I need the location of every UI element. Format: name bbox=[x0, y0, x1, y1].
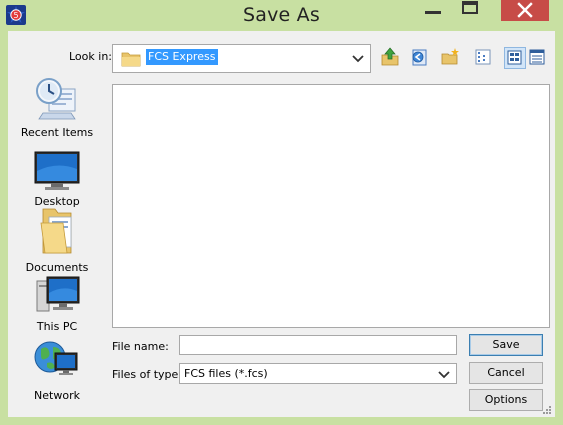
look-in-value: FCS Express bbox=[146, 49, 219, 65]
look-in-label: Look in: bbox=[69, 50, 112, 63]
place-label-documents: Documents bbox=[25, 261, 89, 274]
place-label-network: Network bbox=[34, 389, 80, 402]
new-folder-button[interactable] bbox=[440, 47, 462, 69]
documents-icon bbox=[40, 208, 72, 254]
maximize-button[interactable] bbox=[455, 0, 501, 21]
place-network[interactable]: Network bbox=[19, 337, 95, 402]
desktop-icon bbox=[34, 151, 80, 190]
thumbnails-view-icon bbox=[529, 49, 545, 65]
minimize-button[interactable] bbox=[410, 0, 455, 21]
details-view-icon bbox=[507, 50, 522, 65]
maximize-icon bbox=[462, 1, 478, 14]
place-label-recent-items: Recent Items bbox=[20, 126, 94, 139]
look-in-dropdown[interactable]: FCS Express bbox=[112, 44, 371, 73]
cancel-button[interactable]: Cancel bbox=[469, 362, 543, 384]
chevron-down-icon bbox=[438, 371, 450, 379]
back-button[interactable] bbox=[409, 47, 431, 69]
up-one-level-button[interactable] bbox=[380, 47, 402, 69]
save-as-dialog: 5 Save As Look in: FCS Express Recent It… bbox=[0, 0, 563, 425]
chevron-down-icon bbox=[352, 55, 364, 63]
back-icon bbox=[412, 49, 427, 66]
file-type-label: Files of type: bbox=[112, 368, 183, 381]
file-type-dropdown[interactable]: FCS files (*.fcs) bbox=[179, 363, 457, 384]
network-icon bbox=[34, 341, 78, 375]
recent-items-icon bbox=[36, 78, 76, 120]
file-name-label: File name: bbox=[112, 340, 169, 353]
place-recent-items[interactable]: Recent Items bbox=[19, 75, 95, 139]
resize-grip-icon[interactable] bbox=[543, 406, 552, 415]
place-desktop[interactable]: Desktop bbox=[19, 149, 95, 209]
list-view-button[interactable] bbox=[473, 47, 495, 69]
close-button[interactable] bbox=[501, 0, 549, 21]
file-name-input[interactable] bbox=[179, 335, 457, 355]
place-this-pc[interactable]: This PC bbox=[19, 275, 95, 335]
dialog-body: Look in: FCS Express Recent Items Deskto… bbox=[8, 31, 555, 417]
list-view-icon bbox=[475, 49, 491, 65]
place-label-this-pc: This PC bbox=[36, 320, 78, 333]
options-button[interactable]: Options bbox=[469, 389, 543, 411]
title-bar[interactable]: 5 Save As bbox=[0, 0, 563, 31]
file-type-value: FCS files (*.fcs) bbox=[184, 367, 268, 380]
minimize-icon bbox=[425, 11, 441, 14]
thumbnails-view-button[interactable] bbox=[527, 47, 549, 69]
place-documents[interactable]: Documents bbox=[19, 205, 95, 274]
file-list[interactable] bbox=[112, 84, 550, 328]
details-view-button[interactable] bbox=[504, 47, 526, 69]
this-pc-icon bbox=[36, 276, 80, 312]
new-folder-icon bbox=[441, 48, 459, 65]
up-folder-icon bbox=[381, 47, 399, 66]
folder-icon bbox=[121, 52, 141, 67]
save-button[interactable]: Save bbox=[469, 334, 543, 356]
close-icon bbox=[517, 2, 533, 18]
